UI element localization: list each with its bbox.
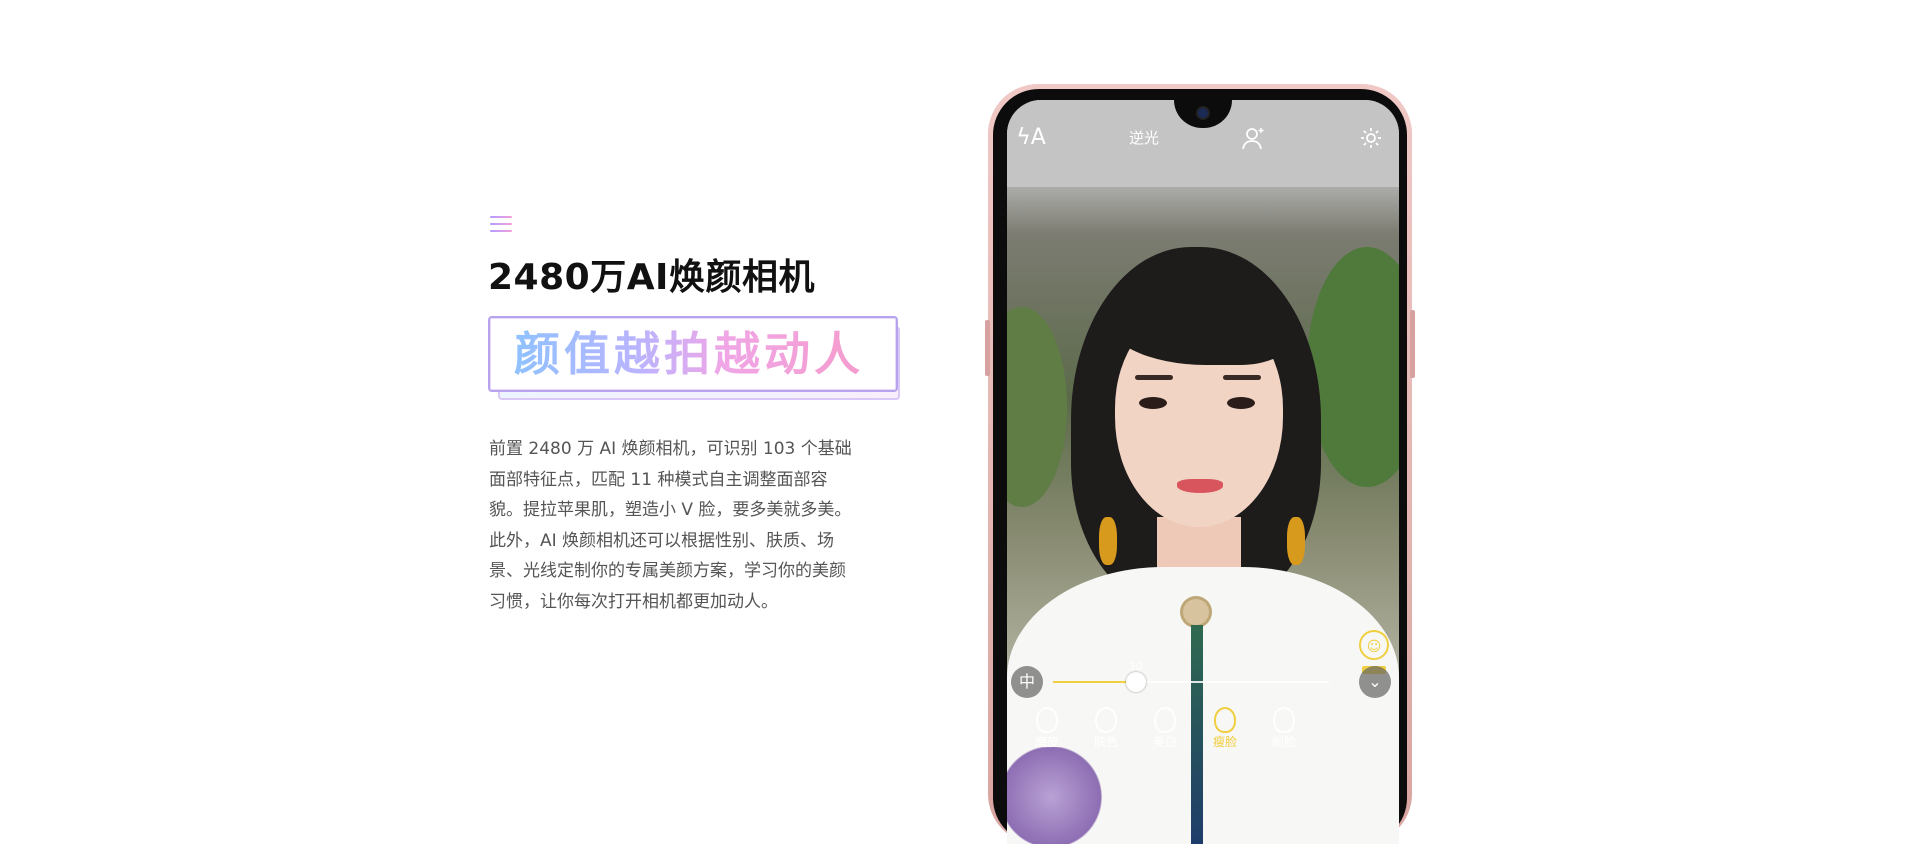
gear-icon[interactable] xyxy=(1355,122,1387,154)
slogan-banner: 颜值越拍越动人 xyxy=(488,316,908,406)
backlight-mode-label[interactable]: 逆光 xyxy=(1119,128,1169,148)
face-slim-icon xyxy=(1214,707,1236,733)
slider-handle[interactable]: 30 xyxy=(1125,660,1146,692)
portrait-lips xyxy=(1177,479,1223,493)
beauty-level-slider[interactable]: 中 30 ⌄ xyxy=(1007,660,1399,700)
beauty-mode-4[interactable]: 瘦脸 xyxy=(1197,707,1253,749)
portrait-earring xyxy=(1099,517,1117,565)
beauty-mode-label: 瘦脸 xyxy=(1212,735,1237,749)
portrait-earring xyxy=(1287,517,1305,565)
phone-mockup: ϟA 逆光 ☺ 中 30 ⌄ 磨皮 肤色 美白 瘦脸 削脸 xyxy=(985,84,1415,844)
front-camera-lens xyxy=(1198,108,1208,118)
face-beauty-toggle-icon[interactable]: ☺ xyxy=(1359,630,1389,660)
slogan-banner-box: 颜值越拍越动人 xyxy=(488,316,898,392)
beauty-mode-5[interactable]: 削脸 xyxy=(1256,707,1312,749)
menu-lines-icon xyxy=(490,216,512,234)
beauty-mode-3[interactable]: 美白 xyxy=(1137,707,1193,749)
slider-value: 30 xyxy=(1128,660,1143,673)
portrait-brow xyxy=(1135,375,1173,380)
face-smooth-icon xyxy=(1036,707,1058,733)
beauty-level-button[interactable]: 中 xyxy=(1011,666,1043,698)
beauty-mode-1[interactable]: 磨皮 xyxy=(1019,707,1075,749)
chevron-down-icon[interactable]: ⌄ xyxy=(1359,666,1391,698)
flash-auto-icon[interactable]: ϟA xyxy=(1015,122,1047,154)
face-tone-icon xyxy=(1095,707,1117,733)
power-button xyxy=(1410,310,1415,378)
portrait-brow xyxy=(1223,375,1261,380)
beauty-mode-label: 磨皮 xyxy=(1034,735,1059,749)
portrait-eye xyxy=(1227,397,1255,409)
feature-description: 前置 2480 万 AI 焕颜相机，可识别 103 个基础面部特征点，匹配 11… xyxy=(489,439,852,612)
face-whiten-icon xyxy=(1154,707,1176,733)
background-flowers xyxy=(1007,747,1117,844)
beauty-mode-label: 美白 xyxy=(1152,735,1177,749)
beauty-mode-label: 肤色 xyxy=(1093,735,1118,749)
feature-headline: 2480万AI焕颜相机 xyxy=(488,257,815,298)
beauty-mode-2[interactable]: 肤色 xyxy=(1078,707,1134,749)
beauty-mode-row: 磨皮 肤色 美白 瘦脸 削脸 xyxy=(1007,707,1399,757)
face-shave-icon xyxy=(1273,707,1295,733)
camera-screen: ϟA 逆光 ☺ 中 30 ⌄ 磨皮 肤色 美白 瘦脸 削脸 xyxy=(1007,100,1399,844)
background-plant xyxy=(1007,307,1067,507)
beauty-mode-label: 削脸 xyxy=(1271,735,1296,749)
portrait-eye xyxy=(1139,397,1167,409)
slogan-text: 颜值越拍越动人 xyxy=(514,327,864,381)
portrait-add-icon[interactable] xyxy=(1237,122,1269,154)
slider-fill xyxy=(1053,681,1136,683)
volume-button xyxy=(985,320,990,376)
portrait-brooch xyxy=(1183,599,1209,625)
